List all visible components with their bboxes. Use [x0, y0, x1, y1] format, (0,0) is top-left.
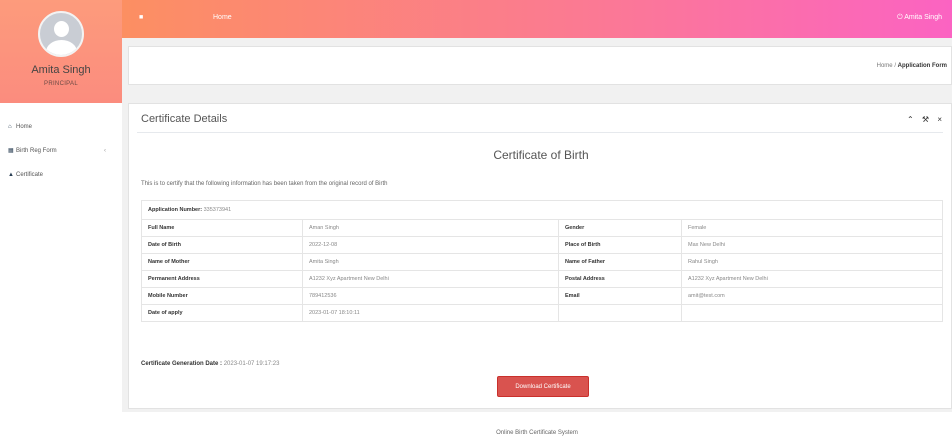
power-icon: ⏻	[897, 14, 903, 21]
table-row: Application Number: 335373941	[141, 200, 943, 220]
field-label: Name of Mother	[141, 253, 303, 271]
profile-name: Amita Singh	[31, 64, 91, 76]
field-value: Amita Singh	[302, 253, 559, 271]
profile-panel: Amita Singh PRINCIPAL	[0, 0, 122, 103]
field-value: Rahul Singh	[681, 253, 943, 271]
field-value: Max New Delhi	[681, 236, 943, 254]
chevron-left-icon: ‹	[104, 148, 106, 154]
divider	[137, 132, 943, 133]
collapse-icon[interactable]: ⌃	[907, 115, 917, 124]
top-navbar: ■ Home ⏻ Amita Singh	[122, 0, 952, 38]
breadcrumb: Home / Application Form	[877, 63, 947, 69]
field-label	[558, 304, 682, 322]
breadcrumb-separator: /	[894, 63, 896, 69]
application-number-cell: Application Number: 335373941	[141, 200, 943, 220]
breadcrumb-bar: Home / Application Form	[128, 46, 952, 85]
field-label: Permanent Address	[141, 270, 303, 288]
generation-date-value: 2023-01-07 19:17:23	[223, 361, 280, 367]
table-row: Full Name Aman Singh Gender Female	[141, 219, 943, 237]
field-value: amit@test.com	[681, 287, 943, 305]
field-label: Email	[558, 287, 682, 305]
user-name: Amita Singh	[904, 14, 942, 21]
application-number-label: Application Number:	[148, 207, 203, 213]
certificate-icon: ▲	[8, 172, 14, 178]
field-label: Name of Father	[558, 253, 682, 271]
field-value: A1232 Xyz Apartment New Delhi	[681, 270, 943, 288]
sidebar-nav: ⌂ Home ▦ Birth Reg Form ‹ ▲ Certificate	[0, 103, 122, 182]
field-label: Place of Birth	[558, 236, 682, 254]
field-value: 789412536	[302, 287, 559, 305]
avatar	[38, 11, 84, 57]
table-row: Permanent Address A1232 Xyz Apartment Ne…	[141, 270, 943, 288]
sidebar-item-label: Certificate	[16, 172, 44, 178]
field-value: 2023-01-07 18:10:11	[302, 304, 559, 322]
user-menu[interactable]: ⏻ Amita Singh	[897, 14, 942, 22]
table-row: Mobile Number 789412536 Email amit@test.…	[141, 287, 943, 305]
profile-role: PRINCIPAL	[44, 81, 78, 87]
field-label: Postal Address	[558, 270, 682, 288]
certificate-table: Application Number: 335373941 Full Name …	[141, 200, 943, 322]
field-value: 2022-12-08	[302, 236, 559, 254]
form-icon: ▦	[8, 148, 14, 154]
sidebar-item-birth-reg-form[interactable]: ▦ Birth Reg Form ‹	[0, 144, 122, 158]
certificate-heading: Certificate of Birth	[493, 148, 589, 162]
field-value: Aman Singh	[302, 219, 559, 237]
home-icon: ⌂	[8, 124, 12, 130]
field-label: Gender	[558, 219, 682, 237]
card-title: Certificate Details	[141, 113, 228, 125]
field-value	[681, 304, 943, 322]
application-number-value: 335373941	[203, 207, 232, 213]
breadcrumb-home[interactable]: Home	[877, 63, 893, 69]
certificate-intro: This is to certify that the following in…	[141, 181, 388, 187]
menu-toggle-icon[interactable]: ■	[139, 13, 149, 22]
generation-date-label: Certificate Generation Date :	[141, 361, 223, 367]
table-row: Date of Birth 2022-12-08 Place of Birth …	[141, 236, 943, 254]
topbar-home-link[interactable]: Home	[213, 14, 232, 21]
sidebar-item-label: Home	[16, 124, 33, 130]
close-icon[interactable]: ×	[937, 115, 945, 124]
wrench-icon[interactable]: ⚒	[922, 115, 932, 124]
certificate-card: Certificate Details ⌃ ⚒ × Certificate of…	[128, 103, 952, 409]
sidebar: Amita Singh PRINCIPAL ⌂ Home ▦ Birth Reg…	[0, 0, 122, 443]
sidebar-item-home[interactable]: ⌂ Home	[0, 120, 122, 134]
field-label: Mobile Number	[141, 287, 303, 305]
field-label: Date of Birth	[141, 236, 303, 254]
table-row: Name of Mother Amita Singh Name of Fathe…	[141, 253, 943, 271]
sidebar-item-certificate[interactable]: ▲ Certificate	[0, 168, 122, 182]
field-value: A1232 Xyz Apartment New Delhi	[302, 270, 559, 288]
breadcrumb-current: Application Form	[897, 63, 947, 69]
table-row: Date of apply 2023-01-07 18:10:11	[141, 304, 943, 322]
download-certificate-button[interactable]: Download Certificate	[497, 376, 589, 397]
field-label: Full Name	[141, 219, 303, 237]
card-tools: ⌃ ⚒ ×	[907, 115, 945, 124]
field-label: Date of apply	[141, 304, 303, 322]
footer: Online Birth Certificate System	[122, 412, 952, 443]
sidebar-item-label: Birth Reg Form	[16, 148, 57, 154]
field-value: Female	[681, 219, 943, 237]
generation-date: Certificate Generation Date : 2023-01-07…	[141, 361, 279, 367]
